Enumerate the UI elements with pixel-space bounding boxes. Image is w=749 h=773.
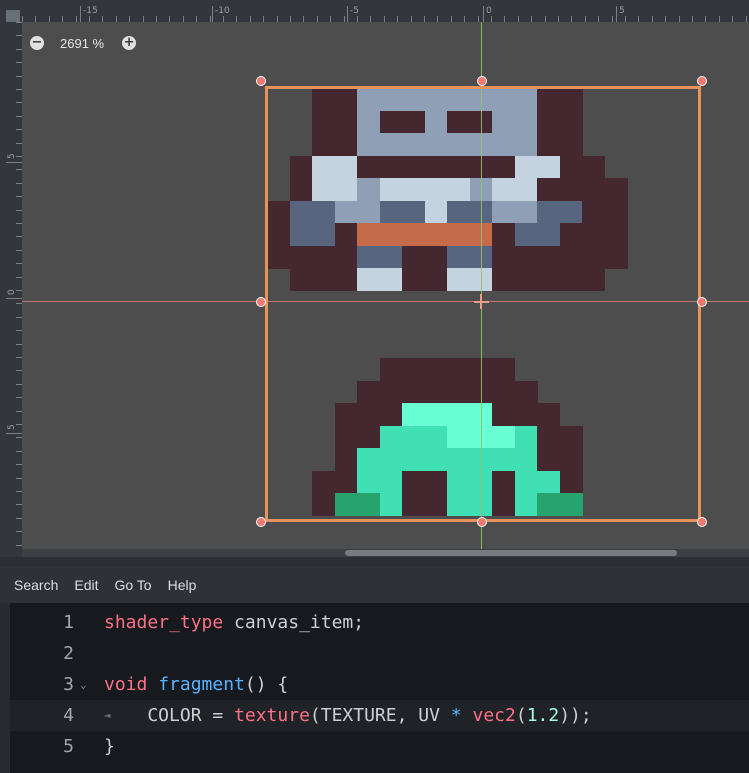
fold-arrow-icon[interactable]: ⌄ <box>80 669 87 700</box>
resize-handle[interactable] <box>477 517 487 527</box>
viewport-bottom-edge <box>0 557 749 567</box>
code-token: shader_type <box>104 612 224 633</box>
code-text: COLOR = texture(TEXTURE, UV * vec2(1.2))… <box>104 700 592 731</box>
code-token: )); <box>559 705 592 726</box>
code-token: () { <box>244 674 289 695</box>
code-line[interactable]: 4 ⇥ COLOR = texture(TEXTURE, UV * vec2(1.… <box>10 700 749 731</box>
ruler-major-tick <box>616 6 617 22</box>
ruler-label: -5 <box>350 6 359 16</box>
code-token: fragment <box>158 674 245 695</box>
line-number: 2 <box>63 643 74 664</box>
shader-editor: Search Edit Go To Help 1 shader_type canv… <box>0 567 749 773</box>
resize-handle[interactable] <box>256 76 266 86</box>
pivot-cross-icon-vertical[interactable] <box>480 294 482 309</box>
selection-rectangle[interactable] <box>265 86 701 522</box>
ruler-label: -15 <box>83 6 98 16</box>
resize-handle[interactable] <box>477 76 487 86</box>
ruler-major-tick <box>212 6 213 22</box>
code-line[interactable]: 3 ⌄ void fragment() { <box>10 669 749 700</box>
ruler-major-tick <box>80 6 81 22</box>
ruler-label: 5 <box>619 6 625 16</box>
zoom-value[interactable]: 2691 % <box>60 36 104 51</box>
line-number: 3 <box>63 674 74 695</box>
editor-menu-bar: Search Edit Go To Help <box>0 567 749 603</box>
code-line[interactable]: 1 shader_type canvas_item; <box>10 607 749 638</box>
code-text: shader_type canvas_item; <box>104 607 364 638</box>
ruler-label: 5 <box>7 153 17 159</box>
line-number: 5 <box>63 736 74 757</box>
scrollbar-thumb[interactable] <box>345 550 677 556</box>
menu-search[interactable]: Search <box>0 567 66 603</box>
code-token: ( <box>515 705 527 726</box>
ruler-major-tick <box>483 6 484 22</box>
ruler-label: 5 <box>7 424 17 430</box>
ruler-major-tick <box>347 6 348 22</box>
code-token: canvas_item; <box>223 612 365 633</box>
code-token: COLOR = <box>104 705 235 726</box>
ruler-corner <box>0 0 22 24</box>
sprite-canvas[interactable] <box>22 22 749 557</box>
resize-handle[interactable] <box>256 297 266 307</box>
ruler-label: 0 <box>7 289 17 295</box>
menu-help[interactable]: Help <box>160 567 205 603</box>
resize-handle[interactable] <box>697 297 707 307</box>
ruler-major-tick <box>6 162 22 163</box>
horizontal-scrollbar[interactable] <box>22 549 749 557</box>
zoom-out-button[interactable]: − <box>30 36 44 50</box>
resize-handle[interactable] <box>697 76 707 86</box>
code-editor[interactable]: 1 shader_type canvas_item; 2 3 ⌄ void fragmen… <box>10 603 749 773</box>
canvas-viewport[interactable]: -15 -10 -5 0 5 5 0 5 − 2691 % + <box>0 0 749 567</box>
zoom-controls: − 2691 % + <box>30 34 137 52</box>
code-token: texture <box>234 705 310 726</box>
resize-handle[interactable] <box>697 517 707 527</box>
ruler-major-tick <box>6 298 22 299</box>
code-token: } <box>104 736 115 757</box>
code-token: 1.2 <box>526 705 560 726</box>
ruler-label: -10 <box>215 6 230 16</box>
code-token: vec2 <box>472 705 516 726</box>
line-number: 4 <box>63 705 74 726</box>
code-token: void <box>104 674 148 695</box>
code-line[interactable]: 5} <box>10 731 749 762</box>
code-text: } <box>104 731 115 762</box>
resize-handle[interactable] <box>256 517 266 527</box>
menu-edit[interactable]: Edit <box>66 567 106 603</box>
horizontal-ruler[interactable]: -15 -10 -5 0 5 <box>22 0 749 23</box>
ruler-label: 0 <box>486 6 492 16</box>
zoom-in-button[interactable]: + <box>122 36 137 50</box>
code-token: (TEXTURE, UV <box>309 705 451 726</box>
code-line[interactable]: 2 <box>10 638 749 669</box>
line-number: 1 <box>63 612 74 633</box>
ruler-major-tick <box>6 433 22 434</box>
menu-go-to[interactable]: Go To <box>106 567 159 603</box>
code-token: * <box>450 705 462 726</box>
code-text: void fragment() { <box>104 669 288 700</box>
vertical-ruler[interactable]: 5 0 5 <box>0 22 23 557</box>
